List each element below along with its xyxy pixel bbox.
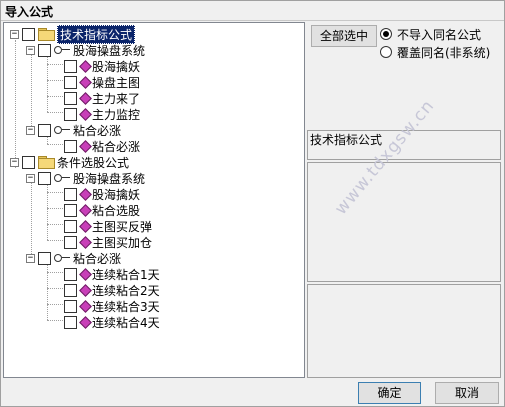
radio-label: 覆盖同名(非系统)	[397, 45, 491, 60]
tree-node-label[interactable]: 粘合必涨	[73, 250, 121, 267]
checkbox[interactable]	[64, 299, 77, 313]
tree-node-formula[interactable]: 主图买加仓	[64, 234, 152, 250]
tree-node-formula[interactable]: 股海擒妖	[64, 58, 140, 74]
tree-node-formula[interactable]: 操盘主图	[64, 74, 140, 90]
tree-node-formula[interactable]: 粘合必涨	[64, 138, 140, 154]
select-all-button[interactable]: 全部选中	[311, 25, 377, 47]
radio-overwrite-duplicate[interactable]: 覆盖同名(非系统)	[380, 44, 490, 60]
checkbox[interactable]	[64, 107, 77, 121]
tree-node-label[interactable]: 操盘主图	[92, 74, 140, 91]
radio-skip-duplicate[interactable]: 不导入同名公式	[380, 26, 481, 42]
tree-node-label[interactable]: 主力监控	[92, 106, 140, 123]
tree-node-label[interactable]: 股海操盘系统	[73, 170, 145, 187]
formula-gem-icon	[80, 189, 89, 200]
tree-node-label[interactable]: 粘合选股	[92, 202, 140, 219]
collapse-icon[interactable]: −	[26, 125, 35, 135]
checkbox[interactable]	[64, 139, 77, 153]
formula-gem-icon	[80, 109, 89, 120]
radio-button-selected[interactable]	[380, 28, 392, 40]
formula-gem-icon	[80, 269, 89, 280]
tree-node-formula[interactable]: 主图买反弹	[64, 218, 152, 234]
formula-tree-pane[interactable]: − 技术指标公式 − 股海操盘系统 股海擒妖 操盘主图 主力来了 主力监控 − …	[3, 22, 305, 378]
checkbox[interactable]	[64, 283, 77, 297]
key-icon	[54, 45, 70, 55]
formula-gem-icon	[80, 77, 89, 88]
tree-node-label[interactable]: 连续粘合3天	[92, 298, 160, 315]
tree-node-label[interactable]: 粘合必涨	[92, 138, 140, 155]
tree-node-label[interactable]: 连续粘合4天	[92, 314, 160, 331]
tree-node-group[interactable]: − 股海操盘系统	[26, 42, 145, 58]
checkbox[interactable]	[22, 155, 35, 169]
checkbox[interactable]	[38, 171, 51, 185]
tree-node-label[interactable]: 粘合必涨	[73, 122, 121, 139]
checkbox[interactable]	[64, 315, 77, 329]
tree-node-root-technical[interactable]: − 技术指标公式	[10, 24, 136, 44]
collapse-icon[interactable]: −	[26, 45, 35, 55]
formula-gem-icon	[80, 237, 89, 248]
formula-gem-icon	[80, 317, 89, 328]
checkbox[interactable]	[38, 251, 51, 265]
collapse-icon[interactable]: −	[26, 253, 35, 263]
tree-node-formula[interactable]: 连续粘合3天	[64, 298, 160, 314]
folder-icon	[38, 156, 55, 169]
tree-node-formula[interactable]: 连续粘合4天	[64, 314, 160, 330]
formula-gem-icon	[80, 301, 89, 312]
key-icon	[54, 253, 70, 263]
radio-label: 不导入同名公式	[397, 27, 482, 42]
key-icon	[54, 125, 70, 135]
tree-node-group[interactable]: − 粘合必涨	[26, 250, 121, 266]
tree-node-label[interactable]: 主力来了	[92, 90, 140, 107]
tree-node-group[interactable]: − 粘合必涨	[26, 122, 121, 138]
formula-tree: − 技术指标公式 − 股海操盘系统 股海擒妖 操盘主图 主力来了 主力监控 − …	[4, 23, 304, 377]
tree-node-label[interactable]: 股海擒妖	[92, 186, 140, 203]
formula-gem-icon	[80, 93, 89, 104]
formula-gem-icon	[80, 61, 89, 72]
tree-node-formula[interactable]: 主力监控	[64, 106, 140, 122]
checkbox[interactable]	[64, 267, 77, 281]
folder-icon	[38, 28, 55, 41]
formula-gem-icon	[80, 141, 89, 152]
ok-button[interactable]: 确定	[358, 382, 421, 404]
formula-title-text: 技术指标公式	[310, 133, 383, 147]
tree-node-formula[interactable]: 连续粘合1天	[64, 266, 160, 282]
tree-node-label[interactable]: 条件选股公式	[57, 154, 129, 171]
tree-node-formula[interactable]: 连续粘合2天	[64, 282, 160, 298]
title-bar: 导入公式	[1, 1, 504, 21]
tree-node-formula[interactable]: 股海擒妖	[64, 186, 140, 202]
checkbox[interactable]	[38, 43, 51, 57]
key-icon	[54, 173, 70, 183]
tree-node-label[interactable]: 主图买反弹	[92, 218, 152, 235]
checkbox[interactable]	[22, 27, 35, 41]
checkbox[interactable]	[38, 123, 51, 137]
checkbox[interactable]	[64, 75, 77, 89]
checkbox[interactable]	[64, 187, 77, 201]
collapse-icon[interactable]: −	[10, 29, 19, 39]
dialog-title: 导入公式	[5, 5, 54, 19]
tree-node-label[interactable]: 连续粘合2天	[92, 282, 160, 299]
formula-gem-icon	[80, 285, 89, 296]
collapse-icon[interactable]: −	[10, 157, 19, 167]
tree-node-label[interactable]: 股海操盘系统	[73, 42, 145, 59]
formula-description-panel	[307, 162, 501, 282]
formula-gem-icon	[80, 205, 89, 216]
formula-params-panel	[307, 284, 501, 378]
tree-node-label[interactable]: 主图买加仓	[92, 234, 152, 251]
import-formula-dialog: 导入公式 − 技术指标公式 − 股海操盘系统 股海擒妖 操盘主图 主力来了 主力…	[0, 0, 505, 407]
tree-node-root-screening[interactable]: − 条件选股公式	[10, 154, 129, 170]
checkbox[interactable]	[64, 59, 77, 73]
cancel-button[interactable]: 取消	[435, 382, 499, 404]
radio-button[interactable]	[380, 46, 392, 58]
collapse-icon[interactable]: −	[26, 173, 35, 183]
checkbox[interactable]	[64, 203, 77, 217]
tree-node-label[interactable]: 股海擒妖	[92, 58, 140, 75]
checkbox[interactable]	[64, 219, 77, 233]
checkbox[interactable]	[64, 235, 77, 249]
tree-node-formula[interactable]: 粘合选股	[64, 202, 140, 218]
tree-node-group[interactable]: − 股海操盘系统	[26, 170, 145, 186]
checkbox[interactable]	[64, 91, 77, 105]
formula-gem-icon	[80, 221, 89, 232]
tree-node-formula[interactable]: 主力来了	[64, 90, 140, 106]
tree-node-label[interactable]: 连续粘合1天	[92, 266, 160, 283]
